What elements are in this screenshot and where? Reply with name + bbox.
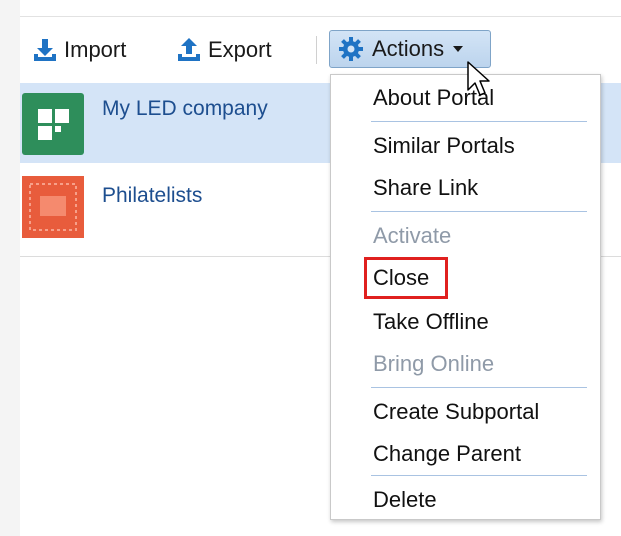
portal-title-link[interactable]: Philatelists [102, 184, 202, 208]
upload-arrow-icon [178, 38, 200, 61]
import-button[interactable]: Import [32, 37, 126, 63]
menu-item-take-offline[interactable]: Take Offline [373, 309, 489, 335]
menu-separator [371, 121, 587, 122]
menu-item-change-parent[interactable]: Change Parent [373, 441, 521, 467]
portal-thumbnail-philatelists [22, 176, 84, 238]
actions-dropdown-menu: About Portal Similar Portals Share Link … [330, 74, 601, 520]
menu-item-delete[interactable]: Delete [373, 487, 437, 513]
menu-separator [371, 211, 587, 212]
menu-separator [371, 475, 587, 476]
portal-thumbnail-led [22, 93, 84, 155]
actions-label: Actions [372, 36, 445, 61]
menu-item-similar-portals[interactable]: Similar Portals [373, 133, 515, 159]
caret-down-icon [453, 46, 464, 52]
export-label: Export [208, 37, 272, 62]
menu-item-about-portal[interactable]: About Portal [373, 85, 494, 111]
close-highlight-box [364, 257, 448, 299]
export-button[interactable]: Export [176, 37, 272, 63]
top-divider [20, 16, 621, 17]
actions-menu-button[interactable]: Actions [329, 30, 491, 68]
menu-item-bring-online: Bring Online [373, 351, 495, 376]
toolbar-separator [316, 36, 317, 64]
menu-separator [371, 387, 587, 388]
import-label: Import [64, 37, 127, 62]
gear-icon [339, 37, 363, 61]
menu-item-create-subportal[interactable]: Create Subportal [373, 399, 539, 425]
menu-item-share-link[interactable]: Share Link [373, 175, 478, 201]
menu-item-activate: Activate [373, 223, 452, 248]
portal-title-link[interactable]: My LED company [102, 97, 268, 121]
download-arrow-icon [34, 39, 56, 61]
page: Import Export Actions My LED company Phi… [0, 0, 621, 536]
stamp-image [22, 176, 84, 238]
toolbar: Import Export Actions [20, 30, 621, 70]
tile-grid-icon [38, 109, 69, 140]
